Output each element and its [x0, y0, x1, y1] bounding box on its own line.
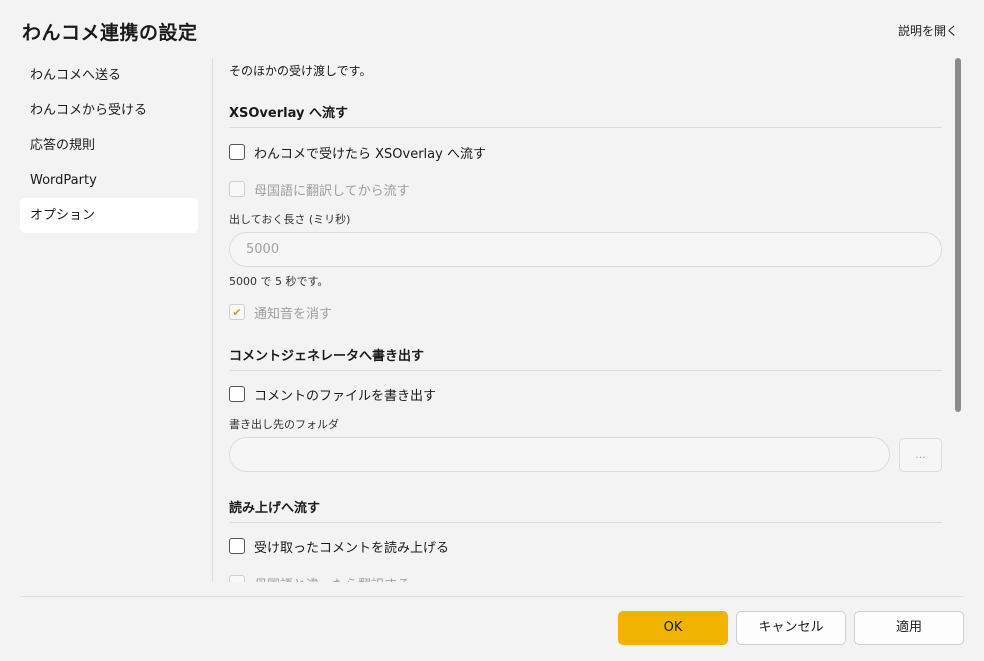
- sidebar-item-send-to-onecomme[interactable]: わんコメへ送る: [20, 58, 198, 93]
- cancel-button[interactable]: キャンセル: [736, 611, 846, 645]
- xsoverlay-translate-label: 母国語に翻訳してから流す: [254, 183, 410, 199]
- output-folder-label: 書き出し先のフォルダ: [229, 418, 339, 431]
- xsoverlay-section-header: XSOverlay へ流す: [229, 102, 942, 128]
- comment-generator-section-header: コメントジェネレータへ書き出す: [229, 345, 942, 371]
- duration-input[interactable]: 5000: [229, 232, 942, 267]
- browse-folder-button[interactable]: ...: [899, 437, 942, 472]
- checkmark-icon: ✔: [232, 305, 242, 319]
- duration-hint: 5000 で 5 秒です。: [229, 275, 329, 288]
- write-comments-checkbox[interactable]: [229, 386, 245, 402]
- duration-label: 出しておく長さ (ミリ秒): [229, 213, 351, 226]
- apply-button[interactable]: 適用: [854, 611, 964, 645]
- sidebar-item-wordparty[interactable]: WordParty: [20, 163, 198, 198]
- read-aloud-translate-label: 母国語と違ったら翻訳する: [254, 574, 410, 583]
- write-comments-label: コメントのファイルを書き出す: [254, 388, 437, 404]
- read-aloud-translate-row: 母国語と違ったら翻訳する: [229, 572, 942, 582]
- xsoverlay-flow-row[interactable]: わんコメで受けたら XSOverlay へ流す: [229, 141, 942, 163]
- write-comments-row[interactable]: コメントのファイルを書き出す: [229, 383, 942, 405]
- content-scrollbar[interactable]: [955, 58, 961, 412]
- xsoverlay-flow-checkbox[interactable]: [229, 144, 245, 160]
- sidebar-item-options[interactable]: オプション: [20, 198, 198, 233]
- xsoverlay-translate-checkbox: [229, 181, 245, 197]
- output-folder-row: ...: [229, 437, 942, 472]
- read-aloud-section-header: 読み上げへ流す: [229, 497, 942, 523]
- xsoverlay-flow-label: わんコメで受けたら XSOverlay へ流す: [254, 146, 486, 162]
- ok-button[interactable]: OK: [618, 611, 728, 645]
- options-panel[interactable]: そのほかの受け渡しです。 XSOverlay へ流す わんコメで受けたら XSO…: [229, 58, 942, 582]
- sidebar-item-receive-from-onecomme[interactable]: わんコメから受ける: [20, 93, 198, 128]
- mute-notification-label: 通知音を消す: [254, 306, 333, 322]
- mute-notification-checkbox: ✔: [229, 304, 245, 320]
- footer-divider: [20, 596, 964, 597]
- read-aloud-checkbox[interactable]: [229, 538, 245, 554]
- read-aloud-label: 受け取ったコメントを読み上げる: [254, 540, 450, 556]
- sidebar-divider: [212, 58, 213, 582]
- open-help-link[interactable]: 説明を開く: [898, 22, 958, 39]
- read-aloud-translate-checkbox: [229, 575, 245, 582]
- output-folder-input[interactable]: [229, 437, 890, 472]
- xsoverlay-translate-row: 母国語に翻訳してから流す: [229, 178, 942, 200]
- mute-notification-row: ✔ 通知音を消す: [229, 301, 942, 323]
- sidebar: わんコメへ送る わんコメから受ける 応答の規則 WordParty オプション: [20, 58, 198, 233]
- read-aloud-row[interactable]: 受け取ったコメントを読み上げる: [229, 535, 942, 557]
- options-intro: そのほかの受け渡しです。: [229, 64, 372, 78]
- dialog-title: わんコメ連携の設定: [22, 22, 198, 44]
- sidebar-item-response-rules[interactable]: 応答の規則: [20, 128, 198, 163]
